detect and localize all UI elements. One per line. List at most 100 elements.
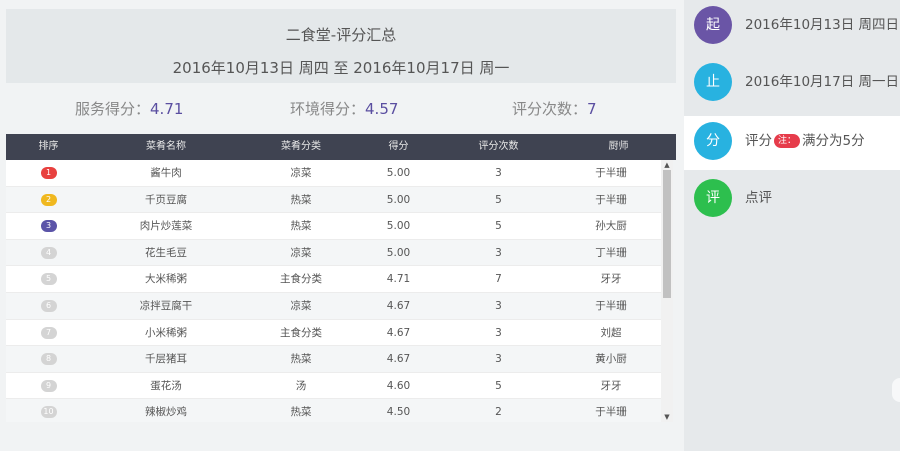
rank-badge: 5 (40, 273, 57, 286)
dish-name: 肉片炒莲菜 (139, 220, 193, 233)
edge-handle[interactable] (892, 378, 900, 402)
dish-name: 辣椒炒鸡 (145, 406, 187, 419)
table-row[interactable]: 8 千层猪耳 热菜 4.67 3 黄小厨 (6, 346, 661, 373)
dish-category: 热菜 (290, 193, 312, 206)
report-header: 二食堂-评分汇总 2016年10月13日 周四 至 2016年10月17日 周一 (6, 9, 676, 83)
dish-rating-count: 5 (495, 193, 502, 206)
rating-count-label: 评分次数： (512, 100, 588, 118)
rank-badge: 8 (40, 353, 57, 366)
table-row[interactable]: 10 辣椒炒鸡 热菜 4.50 2 于半珊 (6, 399, 661, 422)
table-row[interactable]: 6 凉拌豆腐干 凉菜 4.67 3 于半珊 (6, 292, 661, 320)
column-header-rating-count[interactable]: 评分次数 (436, 134, 561, 160)
dish-rating-count: 3 (495, 299, 502, 312)
dish-category: 主食分类 (280, 273, 322, 286)
dish-rating-count: 3 (495, 167, 502, 179)
sidebar-item-comment[interactable]: 评 点评 (684, 173, 900, 227)
dish-chef: 于半珊 (595, 406, 627, 419)
dish-category: 凉菜 (290, 299, 312, 312)
triangle-up-icon[interactable]: ▲ (661, 160, 673, 170)
triangle-down-icon[interactable]: ▼ (661, 412, 673, 422)
table-row[interactable]: 3 肉片炒莲菜 热菜 5.00 5 孙大厨 (6, 213, 661, 240)
dish-chef: 牙牙 (600, 273, 622, 286)
rank-badge: 3 (40, 220, 57, 233)
scrollbar-thumb[interactable] (663, 170, 671, 298)
table-header: 排序 菜肴名称 菜肴分类 得分 评分次数 厨师 (6, 134, 676, 160)
summary-stats: 服务得分：4.71 环境得分：4.57 评分次数：7 (0, 98, 684, 122)
dish-rating-count: 2 (495, 406, 502, 419)
dish-category: 主食分类 (280, 326, 322, 339)
rank-badge: 10 (40, 406, 57, 419)
dish-score: 5.00 (386, 167, 411, 179)
comment-badge: 评 (694, 179, 732, 217)
service-score-label: 服务得分： (75, 100, 151, 118)
table-row[interactable]: 1 酱牛肉 凉菜 5.00 3 于半珊 (6, 160, 661, 187)
column-header-rank[interactable]: 排序 (6, 134, 91, 160)
note-badge: 注： (774, 134, 801, 148)
dish-category: 凉菜 (290, 167, 312, 179)
dish-chef: 丁半珊 (595, 246, 627, 259)
dish-score: 4.67 (386, 326, 411, 339)
info-sidebar: 起 2016年10月13日 周四日 止 2016年10月17日 周一日 分 评分… (684, 0, 900, 451)
dish-rating-count: 5 (495, 220, 502, 233)
table-body: 1 酱牛肉 凉菜 5.00 3 于半珊 2 千页豆腐 热菜 5.00 5 于半珊… (6, 160, 661, 422)
start-badge: 起 (694, 6, 732, 44)
table-row[interactable]: 4 花生毛豆 凉菜 5.00 3 丁半珊 (6, 239, 661, 267)
end-badge: 止 (694, 63, 732, 101)
dish-name: 小米稀粥 (145, 326, 187, 339)
rating-count: 评分次数：7 (512, 98, 597, 119)
rank-badge: 9 (40, 379, 57, 392)
dish-category: 热菜 (290, 406, 312, 419)
rank-badge: 6 (40, 299, 57, 312)
main-panel: 二食堂-评分汇总 2016年10月13日 周四 至 2016年10月17日 周一… (0, 0, 684, 451)
environment-score: 环境得分：4.57 (290, 98, 398, 119)
dish-score: 5.00 (386, 246, 411, 259)
end-date-text: 2016年10月17日 周一日 (745, 74, 900, 90)
dish-chef: 于半珊 (595, 299, 627, 312)
score-badge: 分 (694, 122, 732, 160)
rating-count-value: 7 (587, 100, 597, 118)
dish-name: 酱牛肉 (150, 167, 182, 179)
comment-text: 点评 (745, 190, 772, 206)
dish-chef: 于半珊 (595, 193, 627, 206)
sidebar-item-start-date[interactable]: 起 2016年10月13日 周四日 (684, 0, 900, 54)
rank-badge: 4 (40, 246, 57, 259)
dish-name: 凉拌豆腐干 (139, 299, 193, 312)
dish-chef: 于半珊 (595, 167, 627, 179)
service-score: 服务得分：4.71 (75, 98, 183, 119)
date-range: 2016年10月13日 周四 至 2016年10月17日 周一 (172, 59, 510, 77)
score-text: 评分 注： 满分为5分 (745, 116, 865, 170)
table-row[interactable]: 7 小米稀粥 主食分类 4.67 3 刘超 (6, 319, 661, 347)
dish-chef: 牙牙 (600, 379, 622, 392)
rank-badge: 7 (40, 326, 57, 339)
dish-score: 4.71 (386, 273, 411, 286)
column-header-score[interactable]: 得分 (361, 134, 436, 160)
dish-name: 千页豆腐 (145, 193, 187, 206)
dish-category: 热菜 (290, 220, 312, 233)
sidebar-item-end-date[interactable]: 止 2016年10月17日 周一日 (684, 57, 900, 111)
environment-score-label: 环境得分： (290, 100, 366, 118)
dish-chef: 刘超 (600, 326, 622, 339)
dish-category: 汤 (295, 379, 307, 392)
sidebar-item-score[interactable]: 分 评分 注： 满分为5分 (684, 116, 900, 170)
score-label: 评分 (745, 133, 772, 149)
dish-name: 花生毛豆 (145, 246, 187, 259)
rank-badge: 1 (40, 167, 57, 179)
rank-badge: 2 (40, 193, 57, 206)
dish-score: 4.67 (386, 299, 411, 312)
environment-score-value: 4.57 (365, 100, 399, 118)
table-scrollbar[interactable]: ▲ ▼ (661, 160, 673, 422)
column-header-chef[interactable]: 厨师 (561, 134, 676, 160)
table-row[interactable]: 5 大米稀粥 主食分类 4.71 7 牙牙 (6, 266, 661, 293)
dish-chef: 孙大厨 (595, 220, 627, 233)
page-title: 二食堂-评分汇总 (285, 26, 397, 44)
dish-name: 千层猪耳 (145, 353, 187, 366)
table-row[interactable]: 9 蛋花汤 汤 4.60 5 牙牙 (6, 372, 661, 400)
column-header-dish-name[interactable]: 菜肴名称 (91, 134, 241, 160)
dish-score: 5.00 (386, 193, 411, 206)
score-note-text: 满分为5分 (802, 133, 865, 149)
table-row[interactable]: 2 千页豆腐 热菜 5.00 5 于半珊 (6, 186, 661, 214)
dish-category: 热菜 (290, 353, 312, 366)
dish-rating-count: 3 (495, 246, 502, 259)
service-score-value: 4.71 (150, 100, 184, 118)
column-header-category[interactable]: 菜肴分类 (241, 134, 361, 160)
